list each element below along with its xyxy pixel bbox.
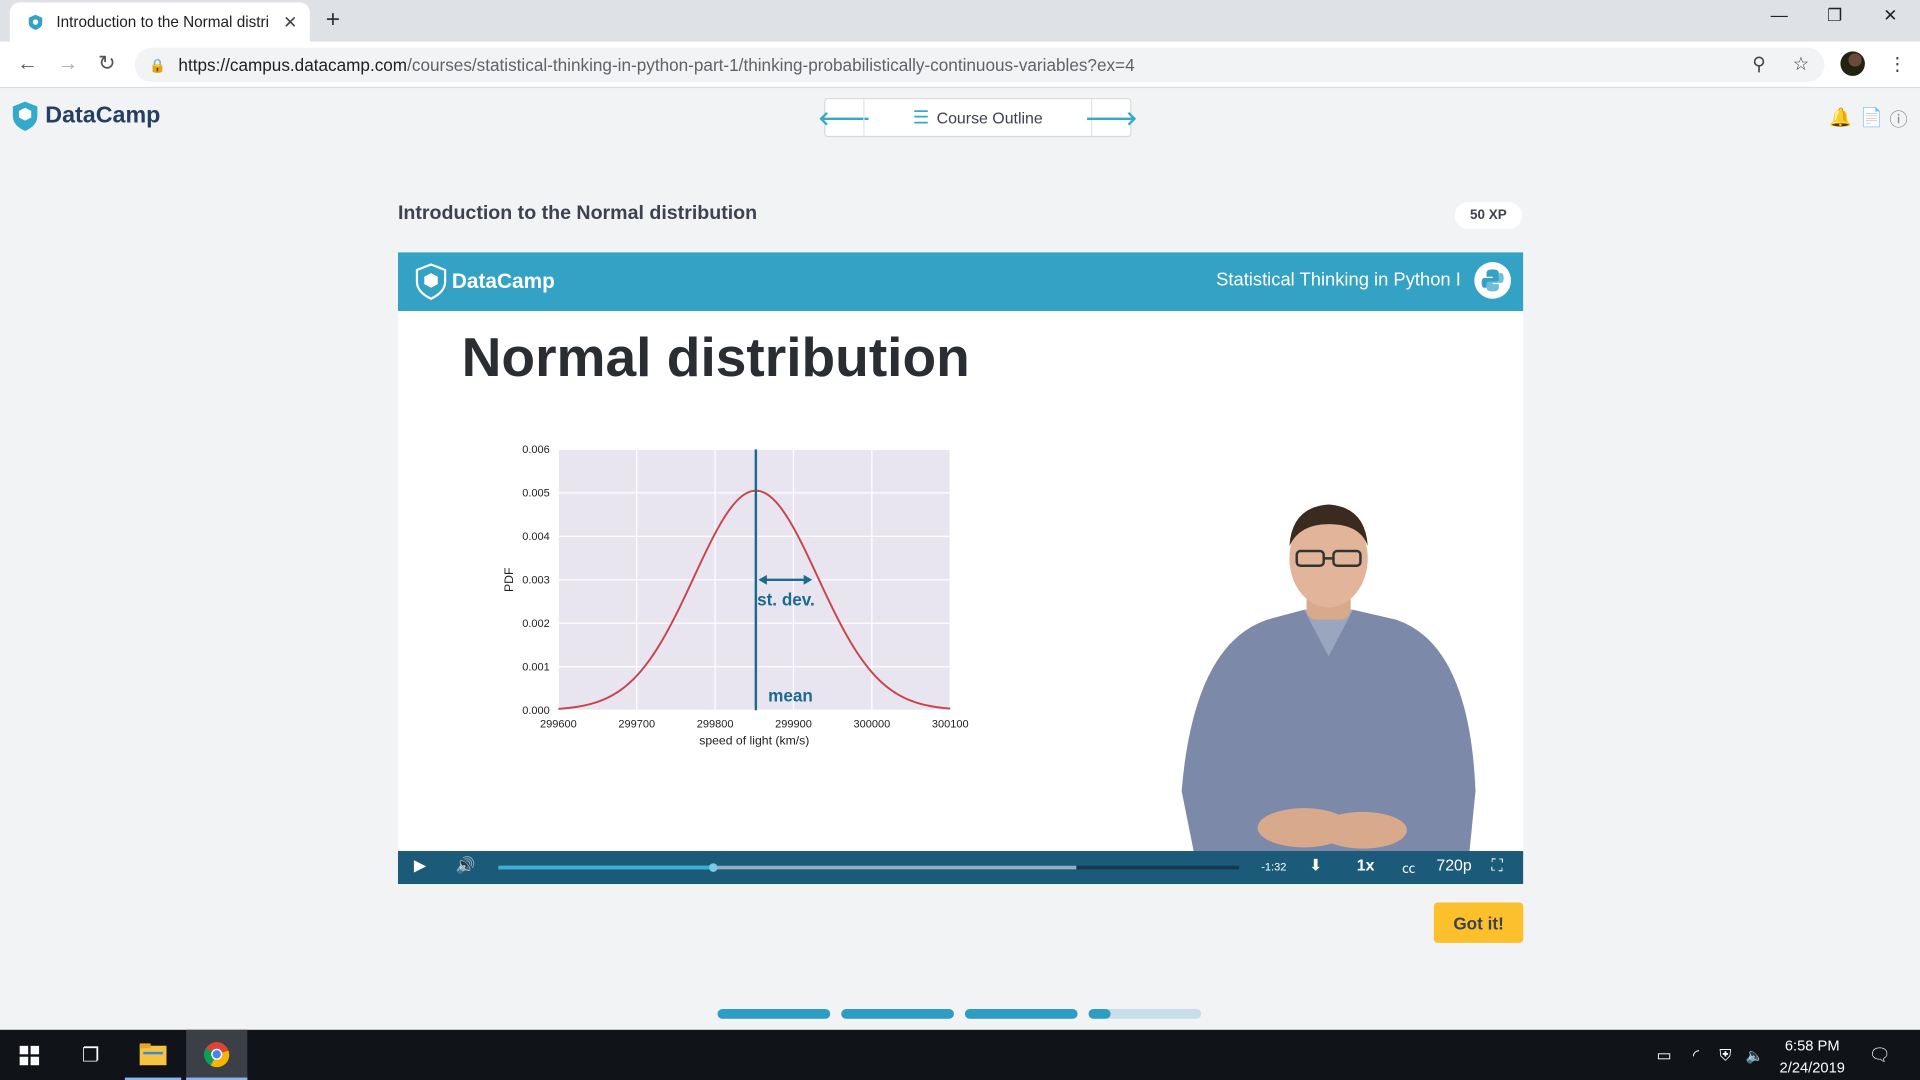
- got-it-button[interactable]: Got it!: [1433, 902, 1524, 943]
- progress-segment-fill: [964, 1008, 1078, 1019]
- info-icon[interactable]: ⓘ: [1889, 107, 1907, 133]
- slide-title: Normal distribution: [461, 325, 970, 389]
- x-tick-label: 299600: [540, 718, 577, 730]
- captions-icon[interactable]: ㏄: [1402, 858, 1415, 878]
- datacamp-favicon-icon: [28, 14, 43, 31]
- xp-badge: 50 XP: [1454, 202, 1523, 229]
- profile-avatar[interactable]: [1840, 51, 1865, 76]
- security-shield-icon[interactable]: ⛨: [1714, 1030, 1736, 1080]
- x-tick-label: 300100: [932, 718, 969, 730]
- menu-dots-icon[interactable]: ⋮: [1888, 53, 1906, 75]
- y-tick-label: 0.006: [522, 444, 550, 456]
- reload-icon[interactable]: ↻: [98, 51, 115, 75]
- pdf-icon[interactable]: 📄: [1860, 107, 1883, 129]
- y-tick-label: 0.003: [522, 574, 550, 586]
- course-navigation: 🡐 ☰ Course Outline 🡒: [818, 97, 1138, 138]
- y-axis-label: PDF: [502, 568, 516, 592]
- bell-icon[interactable]: 🔔: [1829, 107, 1852, 129]
- notifications-icon[interactable]: 🗨: [1864, 1030, 1896, 1080]
- time-remaining: -1:32: [1261, 860, 1287, 874]
- restore-icon[interactable]: ❐: [1827, 5, 1842, 26]
- browser-tabstrip: Introduction to the Normal distri ✕ + — …: [0, 0, 1920, 42]
- played-bar: [498, 865, 714, 870]
- datacamp-shield-icon: [12, 101, 38, 132]
- python-logo-icon: [1474, 262, 1512, 299]
- y-tick-label: 0.002: [522, 618, 550, 630]
- x-tick-label: 300000: [853, 718, 890, 730]
- clock-date: 2/24/2019: [1779, 1059, 1845, 1077]
- app-header: DataCamp 🡐 ☰ Course Outline 🡒 🔔 📄 ⓘ: [0, 88, 1920, 147]
- slide-datacamp-logo: DataCamp: [415, 263, 555, 300]
- progress-segment-fill: [1088, 1008, 1112, 1019]
- play-icon[interactable]: ▶: [414, 856, 426, 876]
- chrome-taskbar-icon[interactable]: [186, 1029, 248, 1080]
- previous-exercise-button[interactable]: 🡐: [818, 99, 871, 136]
- url-text: https://campus.datacamp.com/courses/stat…: [178, 55, 1135, 75]
- seek-bar[interactable]: [498, 863, 1240, 872]
- x-axis-label: speed of light (km/s): [699, 733, 809, 747]
- windows-taskbar: ❐ ▭ ◜ ⛨ 🔈 6:58 PM 2/24/2019 🗨: [0, 1029, 1920, 1080]
- zoom-icon[interactable]: ⚲: [1752, 53, 1765, 75]
- browser-toolbar: ← → ↻ 🔒 https://campus.datacamp.com/cour…: [0, 41, 1920, 89]
- y-tick-label: 0.004: [522, 531, 550, 543]
- slide-banner: DataCamp Statistical Thinking in Python …: [397, 252, 1524, 312]
- fullscreen-icon[interactable]: ⛶: [1491, 856, 1502, 876]
- file-explorer-icon[interactable]: [124, 1030, 182, 1080]
- wifi-icon[interactable]: ◜: [1685, 1030, 1707, 1080]
- browser-tab[interactable]: Introduction to the Normal distri ✕: [9, 2, 310, 42]
- progress-segment-fill: [841, 1008, 954, 1019]
- video-player[interactable]: DataCamp Statistical Thinking in Python …: [397, 252, 1524, 885]
- y-tick-label: 0.005: [522, 488, 550, 500]
- new-tab-icon[interactable]: +: [326, 6, 340, 34]
- slide-course-name: Statistical Thinking in Python I: [1216, 269, 1461, 291]
- back-icon[interactable]: ←: [17, 51, 38, 75]
- y-tick-label: 0.001: [522, 661, 550, 673]
- quality-button[interactable]: 720p: [1436, 856, 1471, 874]
- progress-segment-fill: [717, 1008, 831, 1019]
- address-bar[interactable]: 🔒 https://campus.datacamp.com/courses/st…: [134, 47, 1825, 83]
- minimize-icon[interactable]: —: [1771, 5, 1788, 25]
- y-tick-label: 0.000: [522, 705, 550, 717]
- x-tick-label: 299700: [618, 718, 655, 730]
- x-tick-label: 299800: [697, 718, 734, 730]
- task-view-icon[interactable]: ❐: [61, 1030, 120, 1080]
- course-outline-label: Course Outline: [936, 108, 1043, 127]
- clock-time: 6:58 PM: [1784, 1037, 1840, 1055]
- seek-handle[interactable]: [709, 863, 719, 872]
- battery-icon[interactable]: ▭: [1653, 1030, 1675, 1080]
- course-outline-button[interactable]: ☰ Course Outline: [863, 99, 1093, 136]
- system-clock[interactable]: 6:58 PM 2/24/2019: [1763, 1035, 1861, 1079]
- close-window-icon[interactable]: ✕: [1883, 5, 1897, 26]
- tab-title: Introduction to the Normal distri: [56, 13, 270, 31]
- std-annotation: st. dev.: [757, 590, 815, 610]
- forward-icon[interactable]: →: [58, 51, 79, 75]
- bookmark-star-icon[interactable]: ☆: [1793, 53, 1809, 75]
- windows-start-icon[interactable]: [0, 1030, 59, 1080]
- menu-icon: ☰: [912, 107, 930, 129]
- exercise-title: Introduction to the Normal distribution: [397, 203, 758, 225]
- x-tick-label: 299900: [775, 718, 812, 730]
- next-exercise-button[interactable]: 🡒: [1085, 99, 1138, 136]
- volume-icon[interactable]: 🔊: [456, 856, 476, 876]
- datacamp-shield-icon: [415, 263, 447, 300]
- lock-icon: 🔒: [149, 58, 167, 73]
- normal-pdf-chart: 299600 299700 299800 299900 300000 300100 0.00…: [502, 444, 969, 747]
- datacamp-logo[interactable]: DataCamp: [11, 100, 160, 132]
- video-controls: ▶ 🔊 -1:32 ⬇ 1x ㏄ 720p ⛶: [397, 851, 1524, 885]
- mean-annotation: mean: [768, 686, 813, 706]
- speed-button[interactable]: 1x: [1357, 856, 1375, 874]
- close-tab-icon[interactable]: ✕: [283, 12, 297, 33]
- download-icon[interactable]: ⬇: [1309, 856, 1322, 876]
- presenter-video: [1181, 504, 1476, 853]
